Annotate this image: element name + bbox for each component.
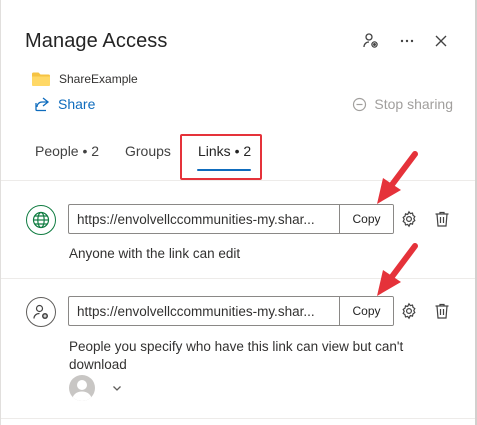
settings-icon[interactable] (399, 301, 419, 321)
settings-icon[interactable] (399, 209, 419, 229)
share-icon (35, 97, 50, 112)
delete-icon[interactable] (432, 301, 452, 321)
stop-sharing-label: Stop sharing (374, 96, 453, 112)
annotation-highlight-box (180, 134, 262, 180)
copy-link-button[interactable]: Copy (339, 297, 393, 325)
person-add-icon (26, 297, 56, 327)
manage-access-panel: Manage Access ShareExample Share Stop sh… (0, 0, 477, 425)
link-url-text[interactable]: https://envolvellccommunities-my.shar... (69, 205, 339, 233)
stop-sharing-icon (353, 97, 367, 111)
more-icon[interactable] (396, 30, 418, 52)
link-url-field[interactable]: https://envolvellccommunities-my.shar...… (68, 204, 394, 234)
file-name: ShareExample (59, 72, 138, 86)
tab-groups[interactable]: Groups (125, 143, 171, 159)
close-icon[interactable] (430, 30, 452, 52)
tab-people[interactable]: People • 2 (35, 143, 99, 159)
annotation-arrow (377, 243, 418, 296)
link-description: People you specify who have this link ca… (69, 339, 404, 372)
file-row: ShareExample (31, 70, 138, 88)
annotation-arrow (377, 151, 418, 204)
divider (1, 418, 477, 419)
stop-sharing-button[interactable]: Stop sharing (352, 96, 453, 112)
globe-icon (26, 205, 56, 235)
page-title: Manage Access (25, 30, 168, 52)
share-button[interactable]: Share (34, 96, 95, 112)
share-label: Share (58, 96, 96, 112)
avatar[interactable] (69, 375, 95, 401)
chevron-down-icon[interactable] (109, 380, 125, 396)
link-url-text[interactable]: https://envolvellccommunities-my.shar... (69, 297, 339, 325)
link-url-field[interactable]: https://envolvellccommunities-my.shar...… (68, 296, 394, 326)
copy-link-button[interactable]: Copy (339, 205, 393, 233)
delete-icon[interactable] (432, 209, 452, 229)
folder-icon (32, 72, 50, 86)
person-gear-icon[interactable] (360, 30, 382, 52)
